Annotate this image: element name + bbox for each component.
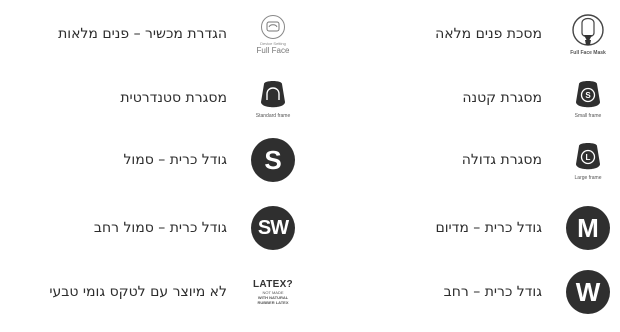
cushion-medium-icon: M [556,198,620,258]
cushion-wide-letter: W [566,270,610,314]
device-setting-label: הגדרת מכשיר – פנים מלאות [58,26,227,42]
cushion-small-label: גודל כרית – סמול [123,152,227,168]
legend-column-left: Device Setting Full Face הגדרת מכשיר – פ… [0,0,305,332]
legend-item-small-frame: S Small frame מסגרת קטנה [315,68,620,128]
device-setting-big-text: Full Face [256,45,290,55]
legend-item-cushion-small-wide: SW גודל כרית – סמול רחב [0,198,305,258]
full-face-mask-caption: Full Face Mask [570,49,606,56]
device-setting-icon: Device Setting Full Face [241,4,305,64]
legend-item-cushion-small: S גודל כרית – סמול [0,130,305,190]
legend-column-right: Full Face Mask מסכת פנים מלאה S Small fr… [315,0,620,332]
cushion-wide-label: גודל כרית – רחב [443,284,542,300]
large-frame-letter: L [586,153,591,162]
legend-item-device-setting: Device Setting Full Face הגדרת מכשיר – פ… [0,4,305,64]
small-frame-icon: S Small frame [556,68,620,128]
cushion-wide-icon: W [556,262,620,322]
cushion-small-letter: S [251,138,295,182]
full-face-mask-label: מסכת פנים מלאה [435,26,542,42]
legend-item-cushion-wide: W גודל כרית – רחב [315,262,620,322]
legend-item-full-face-mask: Full Face Mask מסכת פנים מלאה [315,4,620,64]
large-frame-label: מסגרת גדולה [461,152,542,168]
cushion-small-wide-label: גודל כרית – סמול רחב [93,220,227,236]
mask-symbols-legend: Full Face Mask מסכת פנים מלאה S Small fr… [0,0,620,332]
latex-title: LATEX? [253,279,293,290]
cushion-medium-letter: M [566,206,610,250]
legend-item-latex: LATEX? NOT MADE WITH NATURAL RUBBER LATE… [0,262,305,322]
small-frame-label: מסגרת קטנה [462,90,542,106]
cushion-small-wide-icon: SW [241,198,305,258]
small-frame-caption: Small frame [574,112,602,119]
standard-frame-caption: Standard frame [255,112,291,119]
standard-frame-icon: Standard frame [241,68,305,128]
legend-item-standard-frame: Standard frame מסגרת סטנדרטית [0,68,305,128]
small-frame-letter: S [585,91,591,100]
cushion-small-wide-letter: SW [251,206,295,250]
latex-line-3: RUBBER LATEX [257,300,289,305]
standard-frame-label: מסגרת סטנדרטית [120,90,227,106]
legend-item-large-frame: L Large frame מסגרת גדולה [315,130,620,190]
cushion-small-icon: S [241,130,305,190]
latex-icon: LATEX? NOT MADE WITH NATURAL RUBBER LATE… [241,262,305,322]
large-frame-caption: Large frame [574,174,602,181]
full-face-mask-icon: Full Face Mask [556,4,620,64]
legend-item-cushion-medium: M גודל כרית – מדיום [315,198,620,258]
cushion-medium-label: גודל כרית – מדיום [435,220,542,236]
latex-label: לא מיוצר עם לטקס גומי טבעי [49,284,227,300]
large-frame-icon: L Large frame [556,130,620,190]
